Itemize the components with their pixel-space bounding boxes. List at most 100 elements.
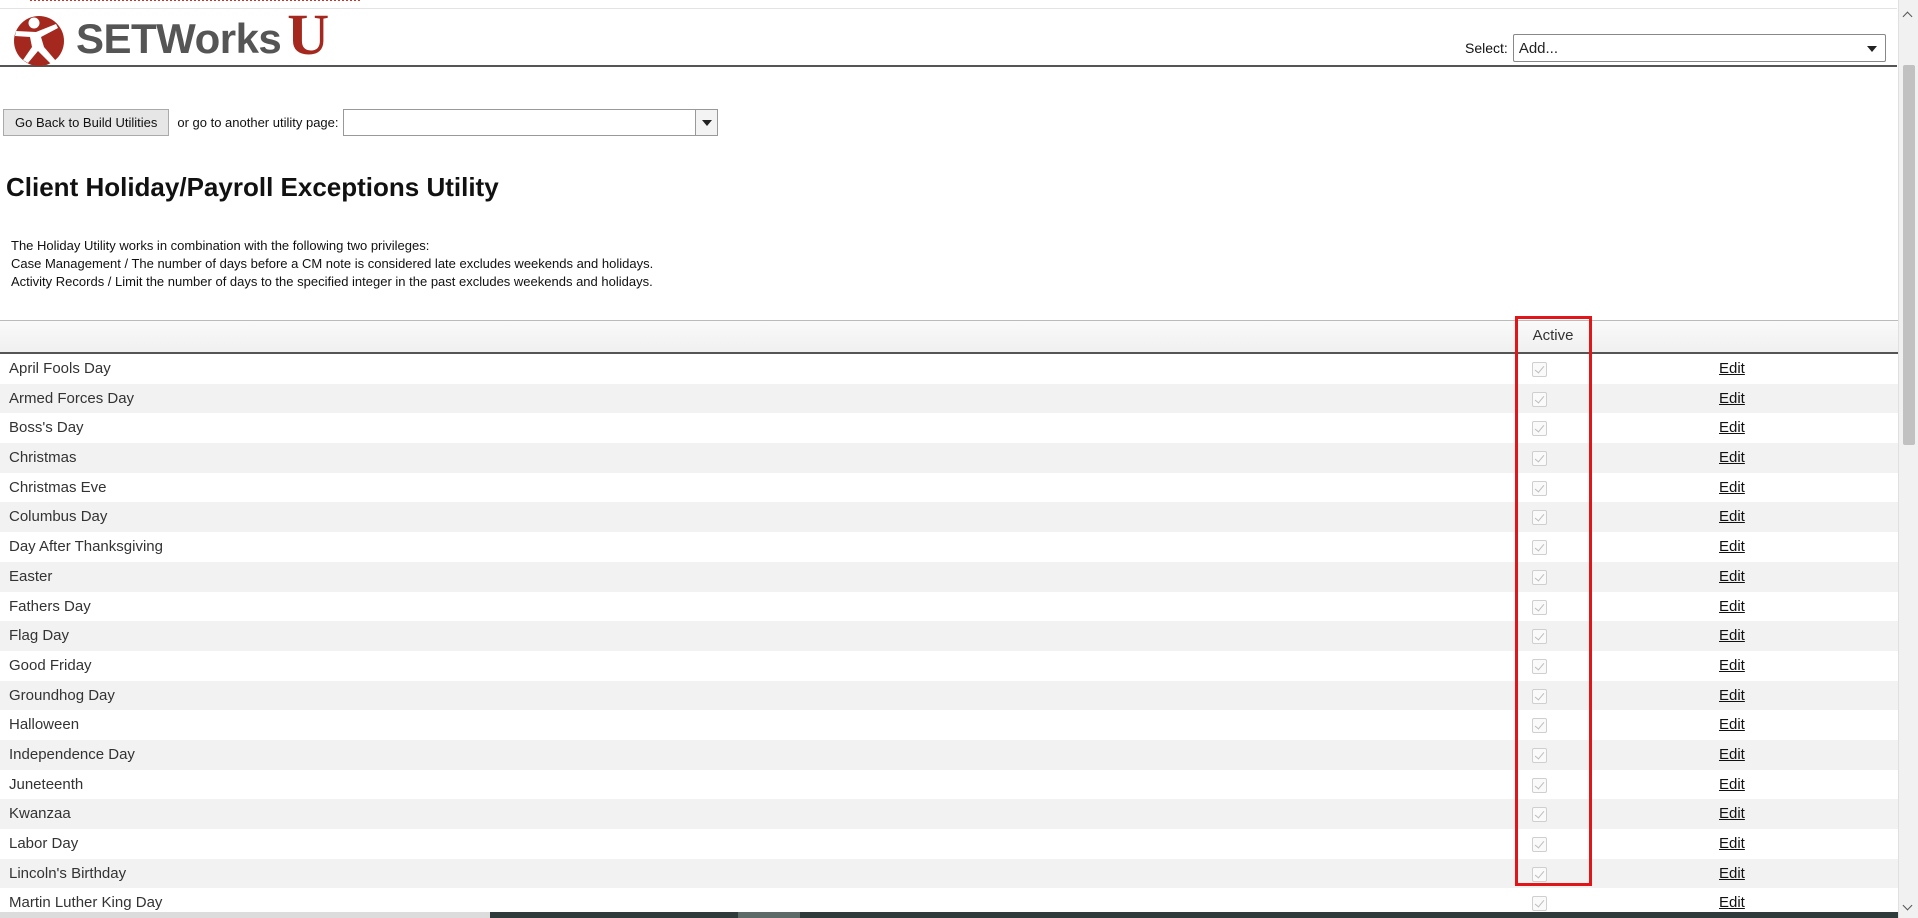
bottom-bar xyxy=(0,912,1898,918)
logo-text: SETWorks xyxy=(76,15,282,62)
active-checkbox[interactable] xyxy=(1532,540,1547,556)
top-strip-text-fragment xyxy=(30,0,360,1)
edit-link[interactable]: Edit xyxy=(1719,657,1745,674)
holiday-name: Flag Day xyxy=(9,627,70,645)
description-line: Activity Records / Limit the number of d… xyxy=(11,274,653,289)
select-label: Select: xyxy=(1465,40,1508,56)
table-row: Kwanzaa Edit xyxy=(0,799,1898,829)
holiday-name: Christmas xyxy=(9,449,77,467)
go-back-button[interactable]: Go Back to Build Utilities xyxy=(3,109,170,136)
column-header-active[interactable]: Active xyxy=(1518,327,1588,344)
description-line: Case Management / The number of days bef… xyxy=(11,256,654,271)
edit-link[interactable]: Edit xyxy=(1719,449,1745,466)
table-row: Armed Forces Day Edit xyxy=(0,383,1898,414)
logo-u: U xyxy=(287,2,330,67)
active-checkbox[interactable] xyxy=(1532,629,1547,645)
active-checkbox[interactable] xyxy=(1532,896,1547,912)
edit-link[interactable]: Edit xyxy=(1719,835,1745,852)
table-row: Independence Day Edit xyxy=(0,739,1898,770)
bottom-bar-dark xyxy=(490,912,1898,918)
holiday-name: Christmas Eve xyxy=(9,478,107,496)
edit-link[interactable]: Edit xyxy=(1719,687,1745,704)
table-body: April Fools Day Edit Armed Forces Day Edit B… xyxy=(0,354,1898,912)
active-checkbox[interactable] xyxy=(1532,807,1547,823)
table-row: Christmas Eve Edit xyxy=(0,473,1898,503)
utility-description: The Holiday Utility works in combination… xyxy=(11,237,653,291)
edit-link[interactable]: Edit xyxy=(1719,390,1745,407)
edit-link[interactable]: Edit xyxy=(1719,419,1745,436)
chevron-down-icon xyxy=(1866,46,1877,52)
edit-link[interactable]: Edit xyxy=(1719,360,1745,377)
active-checkbox[interactable] xyxy=(1532,421,1547,437)
vertical-scrollbar[interactable] xyxy=(1898,0,1918,918)
scrollbar-thumb[interactable] xyxy=(1903,65,1915,445)
holiday-name: Day After Thanksgiving xyxy=(9,538,163,556)
active-checkbox[interactable] xyxy=(1532,391,1547,407)
edit-link[interactable]: Edit xyxy=(1719,479,1745,496)
edit-link[interactable]: Edit xyxy=(1719,746,1745,763)
utility-page-label: or go to another utility page: xyxy=(177,115,339,130)
table-row: Christmas Edit xyxy=(0,443,1898,473)
holiday-name: Lincoln's Birthday xyxy=(9,864,127,882)
table-row: Columbus Day Edit xyxy=(0,502,1898,533)
active-checkbox[interactable] xyxy=(1532,451,1547,467)
table-row: Groundhog Day Edit xyxy=(0,680,1898,711)
table-row: Labor Day Edit xyxy=(0,829,1898,859)
add-select-value: Add... xyxy=(1518,39,1559,57)
page-title: Client Holiday/Payroll Exceptions Utilit… xyxy=(6,172,499,202)
active-checkbox[interactable] xyxy=(1532,688,1547,704)
active-checkbox[interactable] xyxy=(1532,510,1547,526)
edit-link[interactable]: Edit xyxy=(1719,508,1745,525)
edit-link[interactable]: Edit xyxy=(1719,865,1745,882)
holiday-name: Fathers Day xyxy=(9,597,91,615)
scroll-up-icon[interactable] xyxy=(1899,6,1918,26)
active-checkbox[interactable] xyxy=(1532,599,1547,615)
active-checkbox[interactable] xyxy=(1532,866,1547,882)
holiday-name: Groundhog Day xyxy=(9,686,115,704)
edit-link[interactable]: Edit xyxy=(1719,538,1745,555)
utility-page-select[interactable] xyxy=(342,109,718,136)
holiday-name: Labor Day xyxy=(9,835,79,852)
active-checkbox[interactable] xyxy=(1532,569,1547,585)
holiday-table: Active April Fools Day Edit Armed Forces D… xyxy=(0,320,1898,912)
edit-link[interactable]: Edit xyxy=(1719,894,1745,911)
holiday-name: Kwanzaa xyxy=(9,805,71,823)
table-row: Lincoln's Birthday Edit xyxy=(0,858,1898,889)
holiday-name: Boss's Day xyxy=(9,419,84,437)
table-row: April Fools Day Edit xyxy=(0,354,1898,384)
holiday-name: Independence Day xyxy=(9,745,135,763)
table-row: Day After Thanksgiving Edit xyxy=(0,532,1898,562)
edit-link[interactable]: Edit xyxy=(1719,805,1745,822)
setworks-logo[interactable]: SETWorks U xyxy=(10,2,330,67)
active-checkbox[interactable] xyxy=(1532,658,1547,674)
active-checkbox[interactable] xyxy=(1532,747,1547,763)
table-row: Boss's Day Edit xyxy=(0,413,1898,443)
edit-link[interactable]: Edit xyxy=(1719,716,1745,733)
table-row: Martin Luther King Day Edit xyxy=(0,888,1898,912)
table-row: Good Friday Edit xyxy=(0,651,1898,681)
holiday-name: Halloween xyxy=(9,716,80,734)
edit-link[interactable]: Edit xyxy=(1719,776,1745,793)
active-checkbox[interactable] xyxy=(1532,777,1547,793)
bottom-bar-segment xyxy=(738,912,800,918)
holiday-name: Armed Forces Day xyxy=(9,389,135,407)
holiday-name: Columbus Day xyxy=(9,508,108,526)
utility-toolbar: Go Back to Build Utilities or go to anot… xyxy=(3,109,718,136)
edit-link[interactable]: Edit xyxy=(1719,568,1745,585)
dropdown-arrow-icon[interactable] xyxy=(694,110,717,135)
table-row: Halloween Edit xyxy=(0,710,1898,740)
edit-link[interactable]: Edit xyxy=(1719,598,1745,615)
description-line: The Holiday Utility works in combination… xyxy=(11,238,430,253)
table-row: Fathers Day Edit xyxy=(0,592,1898,622)
header-select-group: Select: Add... xyxy=(1465,34,1886,62)
scroll-down-icon[interactable] xyxy=(1899,898,1918,918)
active-checkbox[interactable] xyxy=(1532,718,1547,734)
table-row: Easter Edit xyxy=(0,561,1898,592)
active-checkbox[interactable] xyxy=(1532,480,1547,496)
app-header: SETWorks U Select: Add... xyxy=(0,2,1897,67)
active-checkbox[interactable] xyxy=(1532,362,1547,377)
active-checkbox[interactable] xyxy=(1532,837,1547,852)
edit-link[interactable]: Edit xyxy=(1719,627,1745,644)
add-select[interactable]: Add... xyxy=(1512,34,1886,62)
holiday-name: Good Friday xyxy=(9,656,92,674)
